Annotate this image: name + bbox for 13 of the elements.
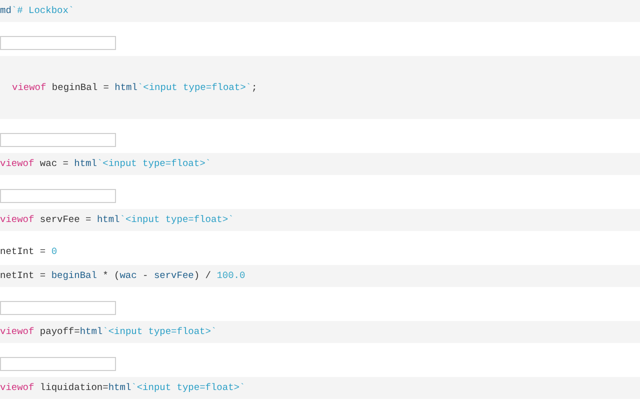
- input-field[interactable]: [0, 189, 116, 203]
- code-line: viewof beginBal = html`<input type=float>`;: [12, 82, 258, 94]
- input-field[interactable]: [0, 357, 116, 371]
- input-field[interactable]: [0, 133, 116, 147]
- code-line: viewof wac = html`<input type=float>`: [0, 158, 211, 170]
- code-line: md`# Lockbox`: [0, 5, 74, 17]
- code-line: viewof payoff=html`<input type=float>`: [0, 326, 217, 338]
- input-field[interactable]: [0, 36, 116, 50]
- code-line: viewof liquidation=html`<input type=float>`: [0, 382, 246, 394]
- input-field[interactable]: [0, 301, 116, 315]
- output-value: netInt = 0: [0, 246, 58, 258]
- code-line: viewof servFee = html`<input type=float>`: [0, 214, 234, 226]
- code-line: netInt = beginBal * (wac - servFee) / 100.0: [0, 270, 246, 282]
